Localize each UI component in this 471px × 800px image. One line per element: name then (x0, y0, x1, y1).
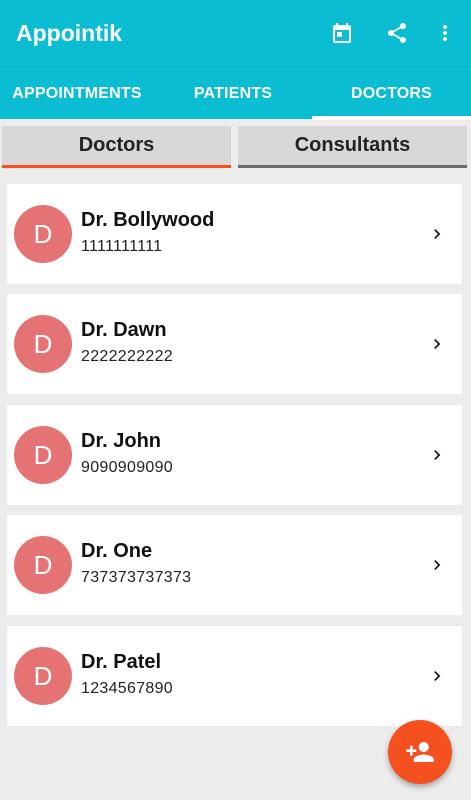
segment-consultants-button[interactable]: Consultants (238, 126, 467, 168)
calendar-icon[interactable] (327, 18, 357, 48)
doctor-list-item[interactable]: D Dr. One 737373737373 (7, 515, 462, 615)
app-title: Appointik (16, 20, 123, 46)
share-icon[interactable] (382, 18, 412, 48)
chevron-right-icon (434, 229, 441, 239)
tab-appointments[interactable]: APPOINTMENTS (0, 67, 154, 120)
doctor-name: Dr. One (81, 540, 153, 562)
app-bar: Appointik (0, 0, 471, 66)
doctor-list-item[interactable]: D Dr. Dawn 2222222222 (7, 294, 462, 394)
tab-patients[interactable]: PATIENTS (154, 67, 312, 120)
avatar: D (14, 647, 72, 705)
chevron-right-icon (434, 560, 441, 570)
segment-doctors-button[interactable]: Doctors (2, 126, 231, 168)
tab-doctors[interactable]: DOCTORS (312, 67, 471, 120)
more-vert-icon[interactable] (430, 18, 460, 48)
doctor-list-item[interactable]: D Dr. Bollywood 1111111111 (7, 184, 462, 284)
chevron-right-icon (434, 339, 441, 349)
doctor-name: Dr. Patel (81, 651, 162, 673)
doctor-phone: 737373737373 (81, 569, 192, 586)
chevron-right-icon (434, 671, 441, 681)
doctor-phone: 9090909090 (81, 459, 173, 476)
doctor-list-item[interactable]: D Dr. John 9090909090 (7, 405, 462, 505)
doctor-phone: 1234567890 (81, 680, 173, 697)
doctor-phone: 1111111111 (81, 238, 163, 255)
avatar: D (14, 205, 72, 263)
avatar: D (14, 536, 72, 594)
doctor-name: Dr. Bollywood (81, 209, 215, 231)
doctor-list-item[interactable]: D Dr. Patel 1234567890 (7, 626, 462, 726)
tab-indicator (312, 116, 471, 120)
avatar: D (14, 315, 72, 373)
avatar: D (14, 426, 72, 484)
doctor-name: Dr. Dawn (81, 319, 167, 341)
chevron-right-icon (434, 450, 441, 460)
add-person-icon (406, 742, 434, 762)
doctor-phone: 2222222222 (81, 348, 173, 365)
doctor-name: Dr. John (81, 430, 162, 452)
add-doctor-button[interactable] (388, 720, 452, 784)
tab-bar: APPOINTMENTS PATIENTS DOCTORS (0, 66, 471, 120)
